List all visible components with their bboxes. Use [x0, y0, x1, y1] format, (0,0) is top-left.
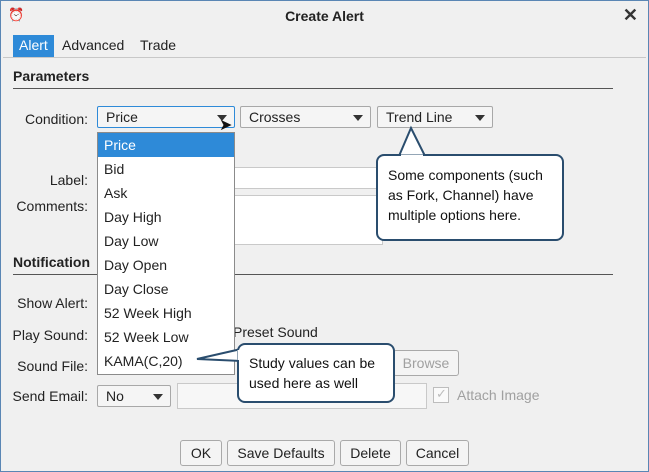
operator-select[interactable]: Crosses	[240, 106, 371, 128]
target-select[interactable]: Trend Line	[377, 106, 493, 128]
sound-file-label: Sound File:	[17, 358, 88, 374]
target-select-value: Trend Line	[386, 109, 453, 125]
list-item[interactable]: 52 Week Low	[98, 325, 234, 349]
send-email-label: Send Email:	[12, 388, 88, 404]
comments-input[interactable]	[233, 195, 383, 245]
list-item[interactable]: Day Open	[98, 253, 234, 277]
attach-image-label: Attach Image	[457, 387, 540, 403]
list-item[interactable]: Price	[98, 133, 234, 157]
ok-button[interactable]: OK	[180, 440, 222, 466]
delete-button[interactable]: Delete	[340, 440, 401, 466]
label-field-label: Label:	[49, 172, 88, 188]
tab-trade[interactable]: Trade	[134, 35, 182, 57]
list-item[interactable]: Day High	[98, 205, 234, 229]
list-item[interactable]: Ask	[98, 181, 234, 205]
tab-alert[interactable]: Alert	[13, 35, 54, 57]
list-item[interactable]: KAMA(C,20)	[98, 349, 234, 373]
parameters-divider	[13, 88, 613, 89]
notification-heading: Notification	[13, 254, 90, 270]
checkmark-icon: ✓	[436, 386, 447, 401]
condition-label: Condition:	[24, 111, 88, 127]
condition-dropdown-list: Price Bid Ask Day High Day Low Day Open …	[97, 132, 235, 375]
play-sound-label: Play Sound:	[12, 327, 89, 343]
operator-select-value: Crosses	[249, 109, 301, 125]
list-item[interactable]: Day Close	[98, 277, 234, 301]
show-alert-label: Show Alert:	[17, 295, 88, 311]
condition-select[interactable]: Price	[97, 106, 235, 128]
study-callout: Study values can be used here as well	[237, 343, 395, 403]
chevron-down-icon	[475, 115, 485, 121]
browse-button[interactable]: Browse	[393, 350, 459, 376]
label-input[interactable]	[233, 167, 383, 189]
list-item[interactable]: Day Low	[98, 229, 234, 253]
cancel-button[interactable]: Cancel	[406, 440, 469, 466]
send-email-select[interactable]: No	[97, 385, 171, 407]
parameters-heading: Parameters	[13, 68, 90, 84]
save-defaults-button[interactable]: Save Defaults	[227, 440, 335, 466]
chevron-down-icon	[353, 115, 363, 121]
condition-select-value: Price	[106, 109, 138, 125]
title-bar: ⏰ Create Alert ✕	[1, 1, 648, 31]
list-item[interactable]: Bid	[98, 157, 234, 181]
comments-label: Comments:	[16, 198, 88, 214]
attach-image-checkbox[interactable]: ✓	[433, 386, 449, 403]
close-icon[interactable]: ✕	[623, 5, 638, 26]
create-alert-dialog: ⏰ Create Alert ✕ Alert Advanced Trade Pa…	[0, 0, 649, 472]
chevron-down-icon	[153, 394, 163, 400]
components-callout: Some components (such as Fork, Channel) …	[376, 154, 564, 241]
dialog-title: Create Alert	[285, 8, 364, 24]
tab-advanced[interactable]: Advanced	[56, 35, 130, 57]
list-item[interactable]: 52 Week High	[98, 301, 234, 325]
send-email-select-value: No	[106, 388, 124, 404]
preset-sound-text: Preset Sound	[233, 324, 318, 340]
mouse-cursor-icon: ➤	[219, 117, 233, 134]
